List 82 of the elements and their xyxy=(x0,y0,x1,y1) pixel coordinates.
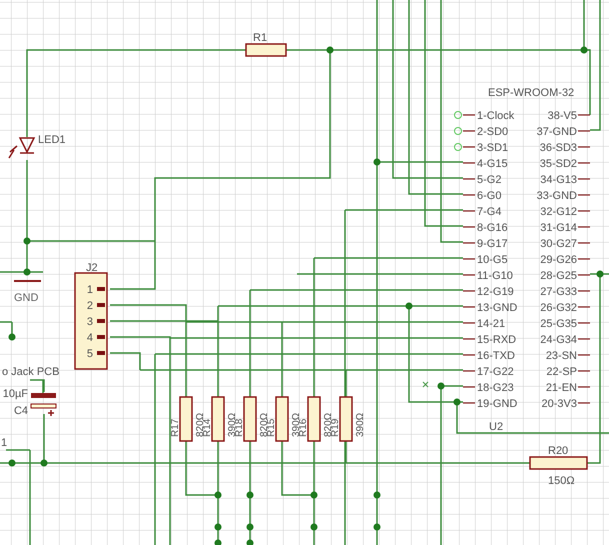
pin-label: 28-G25 xyxy=(540,270,577,282)
pin-label: 9-G17 xyxy=(477,238,508,250)
pin-label: 11-G10 xyxy=(477,270,513,282)
resistor-label: R14 xyxy=(202,418,213,437)
pin-label: 35-SD2 xyxy=(540,158,577,170)
pin-label: 34-G13 xyxy=(540,174,577,186)
resistor-label: R15 xyxy=(266,418,277,437)
pin-terminal xyxy=(97,335,105,339)
pin-number: 2 xyxy=(86,300,93,312)
unconnected-pin-icon xyxy=(454,143,462,151)
resistor-value: 390Ω xyxy=(355,412,366,437)
pin-number: 1 xyxy=(86,284,93,296)
resistor-symbol[interactable] xyxy=(211,396,225,442)
resistor-label: R20 xyxy=(548,445,568,457)
pin-label: 13-GND xyxy=(477,302,518,314)
pin-label: 37-GND xyxy=(536,126,577,138)
module-title: ESP-WROOM-32 xyxy=(488,87,574,99)
pin-label: 23-SN xyxy=(546,350,577,362)
pin-label: 3-SD1 xyxy=(477,142,508,154)
pin-label: 21-EN xyxy=(546,382,577,394)
pin-label: 26-G32 xyxy=(540,302,577,314)
pin-label: 29-G26 xyxy=(540,254,577,266)
pin-terminal xyxy=(97,287,105,291)
pin-label: 4-G15 xyxy=(477,158,508,170)
pin-label: 12-G19 xyxy=(477,286,514,298)
pin-label: 16-TXD xyxy=(477,350,515,362)
resistor-symbol[interactable] xyxy=(275,396,289,442)
unconnected-cross-icon xyxy=(422,382,428,388)
resistor-symbol[interactable] xyxy=(243,396,257,442)
pin-label: 6-G0 xyxy=(477,190,502,202)
pin-label: 20-3V3 xyxy=(542,398,577,410)
pin-label: 7-G4 xyxy=(477,206,502,218)
pin-label: 14-21 xyxy=(477,318,506,330)
resistor-symbol[interactable] xyxy=(179,396,193,442)
pin-label: 2-SD0 xyxy=(477,126,508,138)
header-body[interactable] xyxy=(74,272,108,370)
ground-label: GND xyxy=(14,292,38,304)
pin-label: 18-G23 xyxy=(477,382,514,394)
pin-number: 3 xyxy=(86,316,93,328)
pin-label: 19-GND xyxy=(477,398,518,410)
led-label: LED1 xyxy=(38,134,66,146)
resistor-symbol[interactable] xyxy=(245,43,287,57)
part-label: 1 xyxy=(1,437,8,449)
pin-label: 27-G33 xyxy=(540,286,577,298)
part-label: o Jack PCB xyxy=(2,366,60,378)
capacitor-value: 10µF xyxy=(2,388,28,400)
pin-label: 38-V5 xyxy=(548,110,577,122)
pin-label: 10-G5 xyxy=(477,254,508,266)
pin-terminal xyxy=(97,319,105,323)
module-label: U2 xyxy=(489,421,504,433)
pin-label: 30-G27 xyxy=(540,238,577,250)
resistor-value: 150Ω xyxy=(548,475,575,487)
pin-label: 15-RXD xyxy=(477,334,516,346)
pin-number: 4 xyxy=(86,332,93,344)
pin-number: 5 xyxy=(86,348,93,360)
resistor-label: R16 xyxy=(298,418,309,437)
pin-label: 22-SP xyxy=(546,366,577,378)
pin-label: 25-G35 xyxy=(540,318,577,330)
pin-label: 31-G14 xyxy=(540,222,577,234)
pin-label: 17-G22 xyxy=(477,366,514,378)
pin-label: 5-G2 xyxy=(477,174,502,186)
pin-label: 32-G12 xyxy=(540,206,577,218)
pin-label: 33-GND xyxy=(536,190,577,202)
pin-label: 1-Clock xyxy=(477,110,514,122)
capacitor-label: C4 xyxy=(14,405,28,417)
header-label: J2 xyxy=(86,262,98,274)
capacitor-symbol[interactable] xyxy=(30,393,56,417)
pin-terminal xyxy=(97,351,105,355)
resistor-label: R17 xyxy=(170,418,181,437)
resistor-label: R1 xyxy=(253,32,268,44)
pin-label: 8-G16 xyxy=(477,222,508,234)
resistor-label: R18 xyxy=(234,418,245,437)
unconnected-pin-icon xyxy=(454,111,462,119)
pin-label: 36-SD3 xyxy=(540,142,577,154)
resistor-symbol[interactable] xyxy=(529,456,588,470)
pin-terminal xyxy=(97,303,105,307)
resistor-symbol[interactable] xyxy=(307,396,321,442)
unconnected-pin-icon xyxy=(454,127,462,135)
resistor-symbol[interactable] xyxy=(339,396,353,442)
led-symbol[interactable] xyxy=(8,137,36,159)
resistor-label: R19 xyxy=(330,418,341,437)
pin-label: 24-G34 xyxy=(540,334,577,346)
